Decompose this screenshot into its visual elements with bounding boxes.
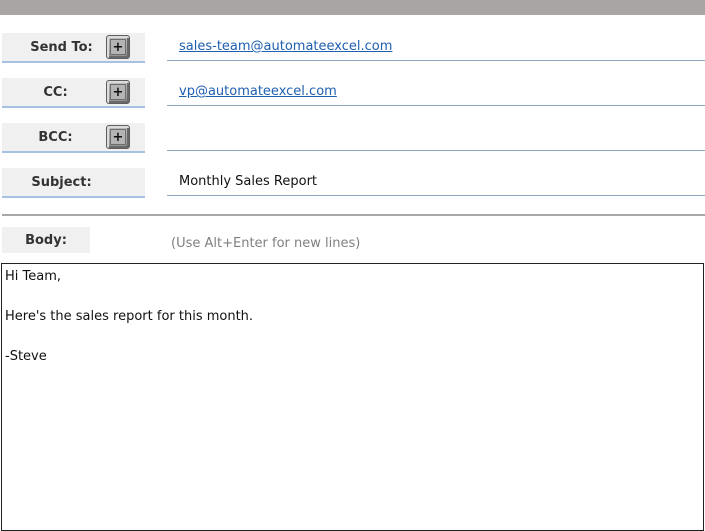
section-divider [2, 214, 705, 216]
cc-field[interactable]: vp@automateexcel.com [167, 78, 705, 106]
send-to-label-cell: Send To: + [2, 33, 145, 63]
cc-email-link[interactable]: vp@automateexcel.com [179, 84, 337, 99]
body-line [5, 287, 700, 307]
body-label: Body: [2, 227, 90, 253]
cc-label: CC: [43, 84, 68, 100]
send-to-label: Send To: [30, 39, 93, 55]
bcc-label: BCC: [38, 129, 73, 145]
subject-field[interactable]: Monthly Sales Report [167, 168, 705, 196]
add-send-to-button[interactable]: + [106, 35, 130, 59]
body-line: Hi Team, [5, 269, 62, 284]
body-line: Here's the sales report for this month. [5, 309, 254, 324]
add-cc-button[interactable]: + [106, 80, 130, 104]
plus-icon: + [110, 39, 126, 55]
bcc-label-cell: BCC: + [2, 123, 145, 153]
cc-label-cell: CC: + [2, 78, 145, 108]
plus-icon: + [110, 129, 126, 145]
subject-value: Monthly Sales Report [179, 174, 318, 189]
body-hint: (Use Alt+Enter for new lines) [171, 236, 361, 251]
body-textarea[interactable]: Hi Team, Here's the sales report for thi… [1, 263, 704, 531]
send-to-field[interactable]: sales-team@automateexcel.com [167, 33, 705, 61]
plus-icon: + [110, 84, 126, 100]
top-bar [0, 0, 705, 15]
add-bcc-button[interactable]: + [106, 125, 130, 149]
subject-label-cell: Subject: [2, 168, 145, 198]
body-line [5, 327, 700, 347]
subject-label: Subject: [31, 174, 92, 190]
bcc-field[interactable] [167, 123, 705, 151]
send-to-email-link[interactable]: sales-team@automateexcel.com [179, 39, 392, 54]
body-line: -Steve [5, 349, 47, 364]
